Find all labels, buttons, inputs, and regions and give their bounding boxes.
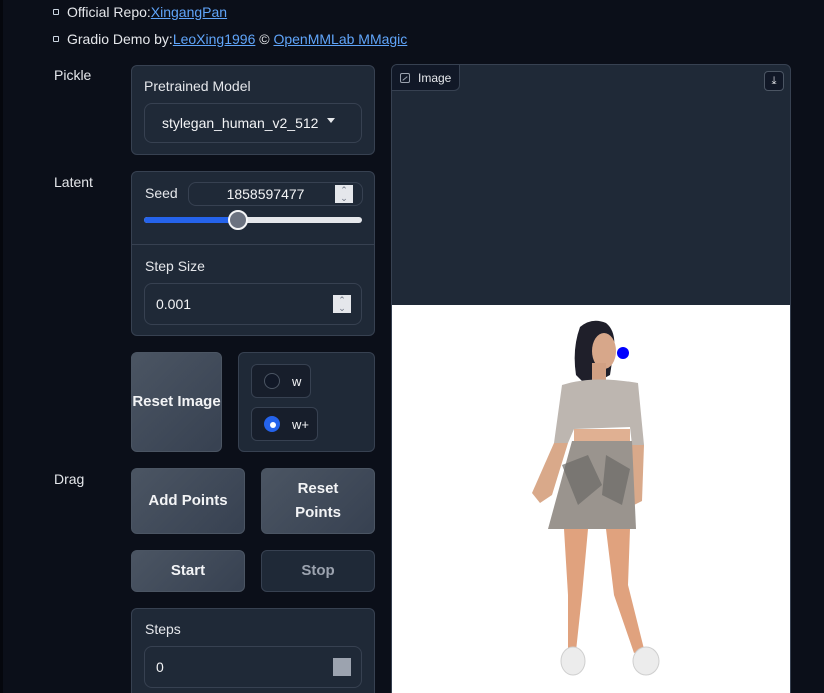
steps-value: 0: [156, 659, 164, 675]
section-label-pickle: Pickle: [54, 67, 92, 83]
section-label-latent: Latent: [54, 174, 93, 190]
bullet-icon: [53, 36, 59, 42]
seed-spinner-icon[interactable]: ⌃ ⌄: [335, 185, 353, 203]
steps-spinner-icon: [333, 658, 351, 676]
repo-line: Official Repo: XingangPan: [53, 0, 227, 24]
image-icon: [400, 72, 410, 83]
radio-checked-icon: [264, 416, 280, 432]
radio-unchecked-icon: [264, 373, 280, 389]
radio-label-w-plus: w+: [292, 416, 309, 432]
right-leg: [606, 529, 644, 653]
radio-option-w[interactable]: w: [251, 364, 311, 398]
pretrained-model-label: Pretrained Model: [144, 78, 251, 94]
drag-point: [617, 347, 629, 359]
step-size-value: 0.001: [156, 296, 192, 312]
image-tab: Image: [392, 65, 461, 91]
copyright-sep: ©: [255, 31, 274, 47]
step-size-spinner-icon[interactable]: ⌃ ⌄: [333, 295, 351, 313]
reset-points-button[interactable]: Reset Points: [261, 468, 375, 534]
demo-line: Gradio Demo by: LeoXing1996 © OpenMMLab …: [53, 27, 407, 51]
midriff: [574, 429, 630, 441]
left-shoe: [560, 646, 586, 676]
bullet-icon: [53, 9, 59, 15]
steps-input[interactable]: 0: [144, 646, 362, 688]
image-panel: Image ⤓: [391, 64, 791, 693]
seed-input[interactable]: 1858597477 ⌃ ⌄: [188, 182, 363, 206]
steps-panel: Steps 0: [131, 608, 375, 693]
generated-person-image: [532, 320, 660, 676]
image-canvas[interactable]: [392, 305, 790, 693]
neck: [592, 363, 606, 381]
pretrained-model-dropdown[interactable]: stylegan_human_v2_512: [144, 103, 362, 143]
step-size-input[interactable]: 0.001 ⌃ ⌄: [144, 283, 362, 325]
download-icon: ⤓: [771, 74, 777, 87]
seed-slider[interactable]: [144, 210, 362, 230]
image-tab-label: Image: [418, 70, 452, 85]
chevron-down-icon: [327, 118, 335, 123]
seed-slider-fill: [144, 217, 238, 223]
reset-image-button[interactable]: Reset Image: [131, 352, 222, 452]
latent-panel: Seed 1858597477 ⌃ ⌄ Step Size 0.001 ⌃ ⌄: [131, 171, 375, 336]
seed-label: Seed: [145, 185, 178, 201]
pretrained-model-value: stylegan_human_v2_512: [162, 115, 319, 131]
seed-slider-thumb[interactable]: [227, 210, 248, 230]
mmagic-link[interactable]: OpenMMLab MMagic: [273, 31, 407, 47]
radio-option-w-plus[interactable]: w+: [251, 407, 318, 441]
divider: [132, 244, 374, 245]
section-label-drag: Drag: [54, 471, 85, 487]
repo-prefix: Official Repo:: [67, 4, 151, 20]
radio-label-w: w: [292, 373, 302, 389]
stop-button[interactable]: Stop: [261, 550, 375, 592]
latent-space-radio-group: w w+: [238, 352, 375, 452]
steps-label: Steps: [145, 621, 181, 637]
download-button[interactable]: ⤓: [764, 71, 784, 91]
step-size-label: Step Size: [145, 258, 205, 274]
left-leg: [564, 529, 588, 651]
pretrained-model-panel: Pretrained Model stylegan_human_v2_512: [131, 65, 375, 155]
seed-value: 1858597477: [226, 186, 305, 202]
repo-link[interactable]: XingangPan: [151, 4, 227, 20]
right-shoe: [632, 646, 660, 676]
start-button[interactable]: Start: [131, 550, 245, 592]
add-points-button[interactable]: Add Points: [131, 468, 245, 534]
demo-prefix: Gradio Demo by:: [67, 31, 173, 47]
author-link[interactable]: LeoXing1996: [173, 31, 256, 47]
